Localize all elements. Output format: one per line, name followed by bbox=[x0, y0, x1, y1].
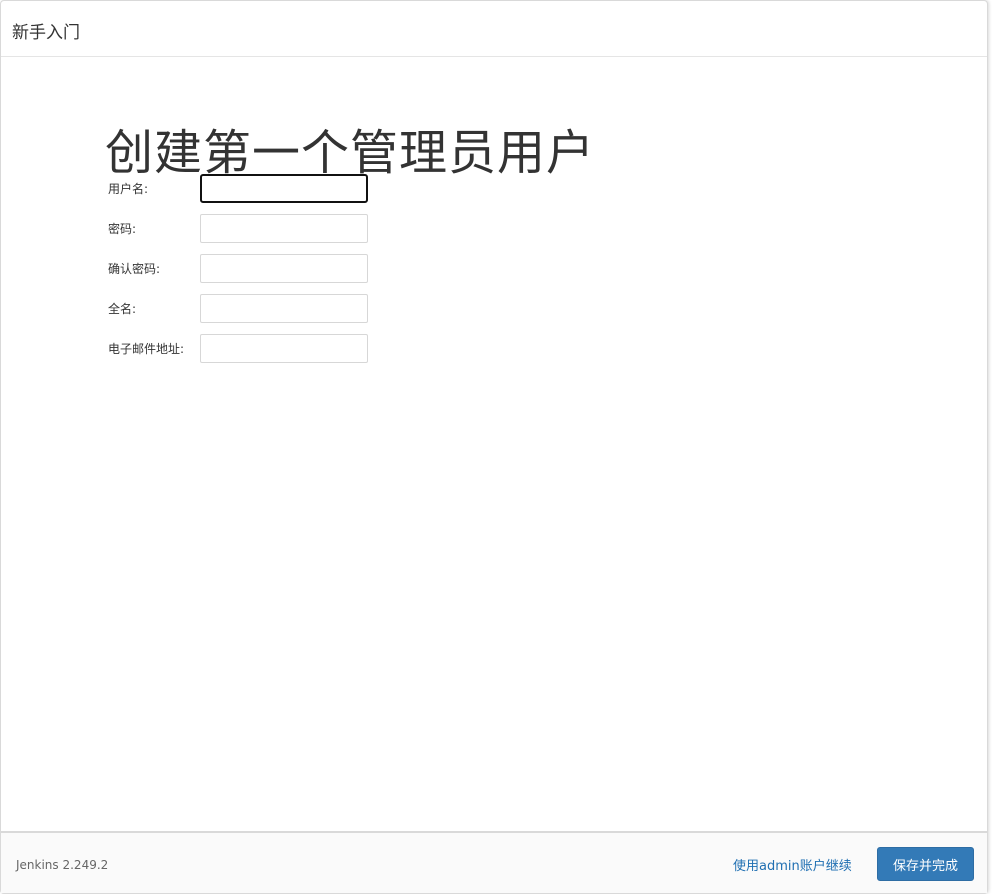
confirm-password-label: 确认密码: bbox=[108, 262, 161, 276]
dialog-header: 新手入门 bbox=[1, 1, 987, 57]
email-input[interactable] bbox=[200, 334, 368, 363]
page-title: 创建第一个管理员用户 bbox=[105, 125, 596, 181]
version-label: Jenkins 2.249.2 bbox=[16, 858, 109, 872]
email-label: 电子邮件地址: bbox=[108, 342, 185, 356]
fullname-input[interactable] bbox=[200, 294, 368, 323]
setup-wizard-dialog: 新手入门 创建第一个管理员用户 用户名: 密码: 确认密码: 全名: 电子邮件地… bbox=[0, 0, 988, 894]
username-input[interactable] bbox=[200, 174, 368, 203]
save-and-finish-button[interactable]: 保存并完成 bbox=[877, 847, 974, 881]
fullname-label: 全名: bbox=[108, 302, 137, 316]
dialog-footer: Jenkins 2.249.2 使用admin账户继续 保存并完成 bbox=[1, 831, 987, 893]
username-label: 用户名: bbox=[108, 182, 149, 196]
password-input[interactable] bbox=[200, 214, 368, 243]
password-label: 密码: bbox=[108, 222, 137, 236]
confirm-password-input[interactable] bbox=[200, 254, 368, 283]
continue-as-admin-link[interactable]: 使用admin账户继续 bbox=[733, 855, 852, 874]
dialog-title: 新手入门 bbox=[12, 23, 80, 43]
